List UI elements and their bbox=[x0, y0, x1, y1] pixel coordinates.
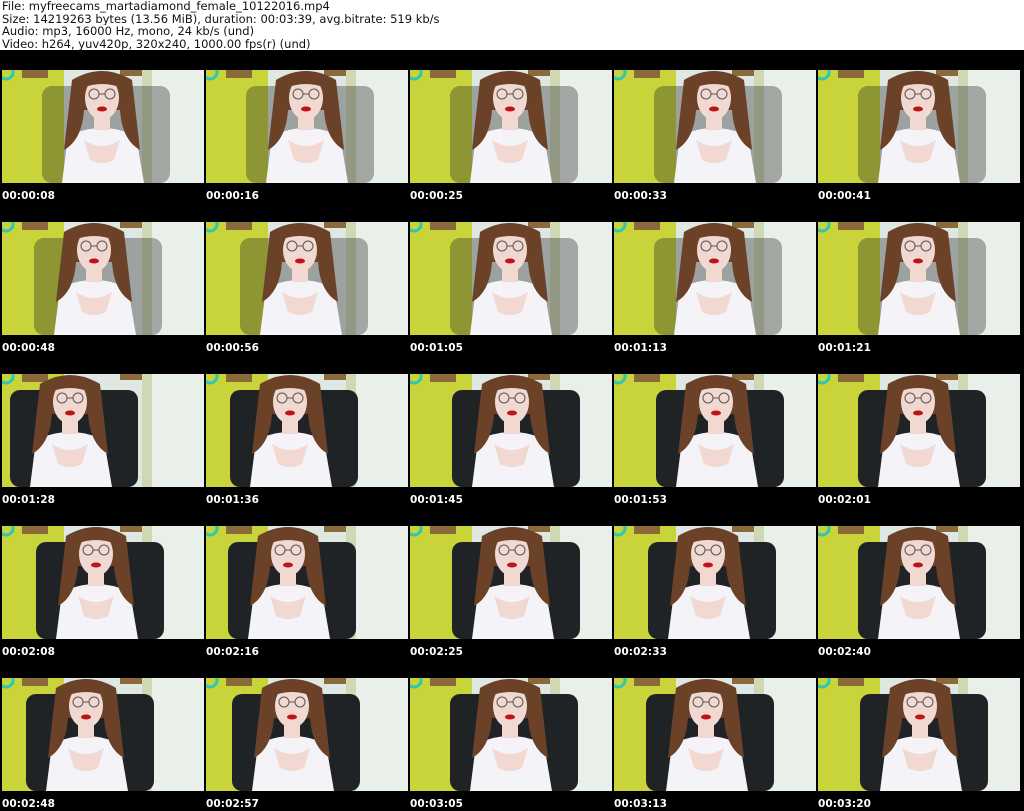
timestamp-label: 00:03:13 bbox=[614, 798, 668, 810]
video-frame bbox=[818, 222, 1020, 335]
thumbnail-tile: 00:02:48 bbox=[0, 658, 204, 810]
timestamp-label: 00:00:25 bbox=[410, 190, 464, 202]
timestamp-label: 00:02:25 bbox=[410, 646, 464, 658]
video-frame bbox=[410, 70, 612, 183]
thumbnail-tile: 00:02:16 bbox=[204, 506, 408, 658]
video-frame bbox=[614, 526, 816, 639]
timestamp-label: 00:02:57 bbox=[206, 798, 260, 810]
video-frame bbox=[614, 678, 816, 791]
timestamp-label: 00:00:41 bbox=[818, 190, 872, 202]
timestamp-label: 00:00:16 bbox=[206, 190, 260, 202]
video-frame bbox=[410, 222, 612, 335]
thumbnail-tile: 00:02:25 bbox=[408, 506, 612, 658]
timestamp-label: 00:02:33 bbox=[614, 646, 668, 658]
file-size-line: Size: 14219263 bytes (13.56 MiB), durati… bbox=[2, 12, 440, 25]
video-frame bbox=[818, 70, 1020, 183]
timestamp-label: 00:03:20 bbox=[818, 798, 872, 810]
timestamp-label: 00:02:48 bbox=[2, 798, 56, 810]
timestamp-label: 00:01:36 bbox=[206, 494, 260, 506]
thumbnail-tile: 00:00:56 bbox=[204, 202, 408, 354]
file-name-line: File: myfreecams_martadiamond_female_101… bbox=[2, 0, 330, 13]
video-frame bbox=[614, 222, 816, 335]
timestamp-label: 00:00:33 bbox=[614, 190, 668, 202]
timestamp-label: 00:01:53 bbox=[614, 494, 668, 506]
timestamp-label: 00:00:48 bbox=[2, 342, 56, 354]
thumbnail-tile: 00:02:40 bbox=[816, 506, 1020, 658]
timestamp-label: 00:02:08 bbox=[2, 646, 56, 658]
video-frame bbox=[614, 70, 816, 183]
video-frame bbox=[2, 70, 204, 183]
thumbnail-tile: 00:00:08 bbox=[0, 50, 204, 202]
timestamp-label: 00:01:28 bbox=[2, 494, 56, 506]
thumbnail-tile: 00:00:48 bbox=[0, 202, 204, 354]
thumbnail-tile: 00:02:33 bbox=[612, 506, 816, 658]
video-frame bbox=[2, 678, 204, 791]
video-frame bbox=[818, 374, 1020, 487]
thumbnail-grid: 00:00:08 00:00:16 00:00:25 00:00:33 00:00:41… bbox=[0, 50, 1024, 811]
thumbnail-tile: 00:02:01 bbox=[816, 354, 1020, 506]
thumbnail-tile: 00:01:21 bbox=[816, 202, 1020, 354]
timestamp-label: 00:00:56 bbox=[206, 342, 260, 354]
thumbnail-tile: 00:03:20 bbox=[816, 658, 1020, 810]
video-info-line: Video: h264, yuv420p, 320x240, 1000.00 f… bbox=[2, 37, 311, 50]
timestamp-label: 00:00:08 bbox=[2, 190, 56, 202]
video-frame bbox=[206, 526, 408, 639]
timestamp-label: 00:03:05 bbox=[410, 798, 464, 810]
video-frame bbox=[614, 374, 816, 487]
video-frame bbox=[2, 374, 204, 487]
video-frame bbox=[2, 222, 204, 335]
thumbnail-tile: 00:02:57 bbox=[204, 658, 408, 810]
video-frame bbox=[2, 526, 204, 639]
timestamp-label: 00:01:45 bbox=[410, 494, 464, 506]
timestamp-label: 00:02:01 bbox=[818, 494, 872, 506]
video-frame bbox=[818, 526, 1020, 639]
thumbnail-tile: 00:01:53 bbox=[612, 354, 816, 506]
thumbnail-tile: 00:00:41 bbox=[816, 50, 1020, 202]
video-frame bbox=[206, 70, 408, 183]
thumbnail-tile: 00:01:13 bbox=[612, 202, 816, 354]
timestamp-label: 00:01:13 bbox=[614, 342, 668, 354]
video-frame bbox=[410, 374, 612, 487]
audio-info-line: Audio: mp3, 16000 Hz, mono, 24 kb/s (und… bbox=[2, 25, 255, 38]
thumbnail-tile: 00:01:45 bbox=[408, 354, 612, 506]
thumbnail-tile: 00:01:05 bbox=[408, 202, 612, 354]
video-frame bbox=[206, 678, 408, 791]
file-info-header: File: myfreecams_martadiamond_female_101… bbox=[0, 0, 1024, 50]
timestamp-label: 00:02:40 bbox=[818, 646, 872, 658]
timestamp-label: 00:01:21 bbox=[818, 342, 872, 354]
video-frame bbox=[206, 222, 408, 335]
thumbnail-tile: 00:00:25 bbox=[408, 50, 612, 202]
thumbnail-tile: 00:00:16 bbox=[204, 50, 408, 202]
timestamp-label: 00:01:05 bbox=[410, 342, 464, 354]
thumbnail-tile: 00:03:13 bbox=[612, 658, 816, 810]
video-frame bbox=[818, 678, 1020, 791]
thumbnail-tile: 00:03:05 bbox=[408, 658, 612, 810]
video-frame bbox=[410, 526, 612, 639]
thumbnail-tile: 00:02:08 bbox=[0, 506, 204, 658]
thumbnail-tile: 00:01:36 bbox=[204, 354, 408, 506]
video-frame bbox=[206, 374, 408, 487]
thumbnail-tile: 00:00:33 bbox=[612, 50, 816, 202]
thumbnail-tile: 00:01:28 bbox=[0, 354, 204, 506]
timestamp-label: 00:02:16 bbox=[206, 646, 260, 658]
video-frame bbox=[410, 678, 612, 791]
